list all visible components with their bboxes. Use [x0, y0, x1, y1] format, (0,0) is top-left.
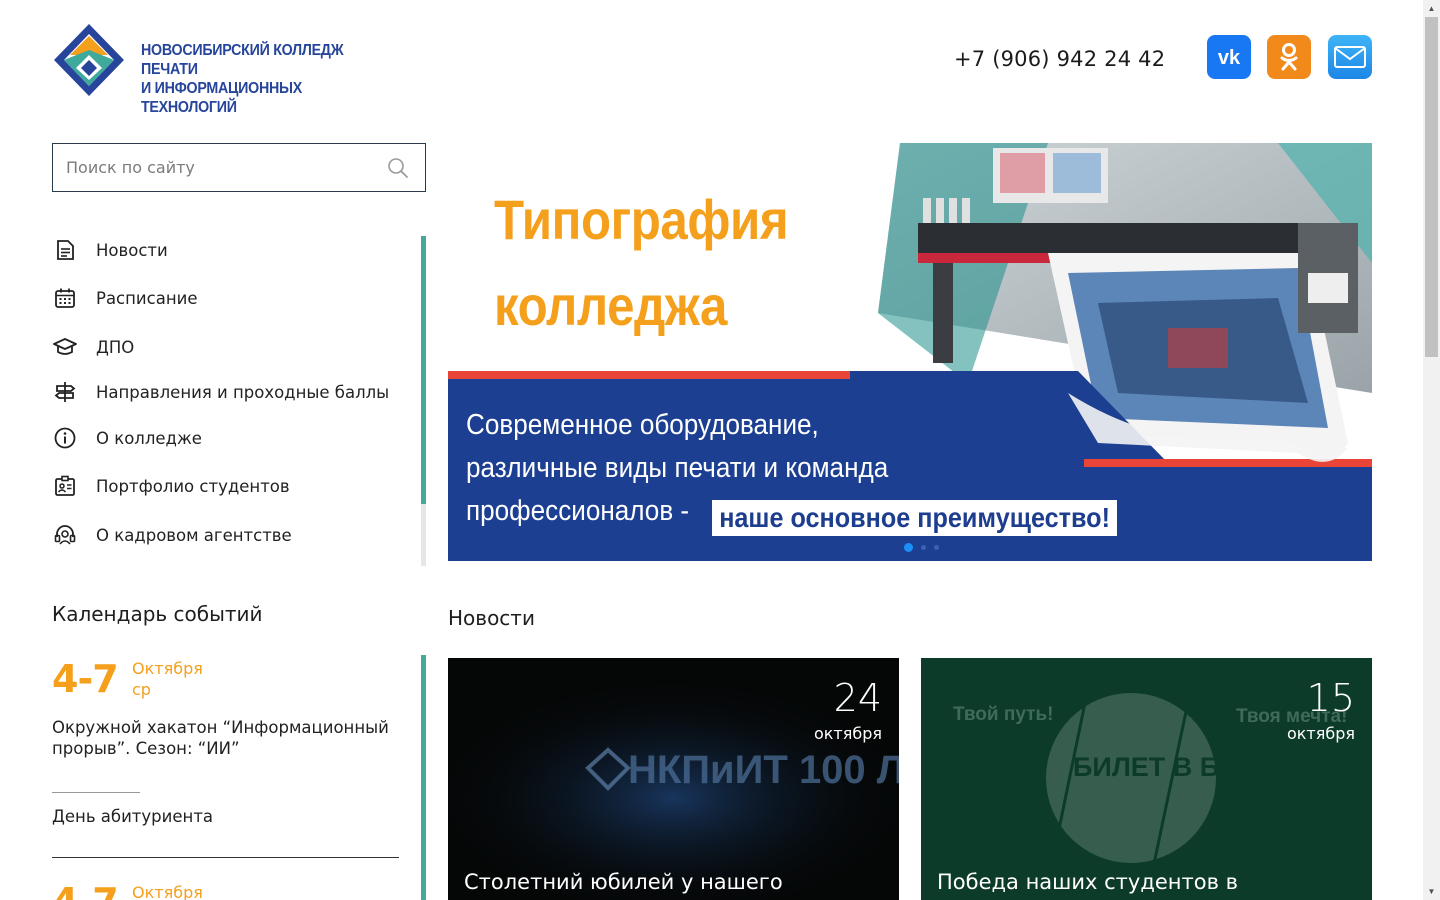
- menu-item-label: Направления и проходные баллы: [96, 382, 390, 402]
- vk-button[interactable]: vk: [1207, 35, 1251, 79]
- menu-item-about[interactable]: О колледже: [52, 426, 202, 450]
- menu-item-label: О колледже: [96, 428, 202, 448]
- hero-banner[interactable]: Типография колледжа Современное оборудов…: [448, 143, 1372, 561]
- scroll-down-arrow-icon[interactable]: ▼: [1423, 883, 1440, 900]
- banner-title-line2: колледжа: [494, 274, 727, 337]
- calendar-title: Календарь событий: [52, 602, 263, 626]
- search-button[interactable]: [387, 157, 409, 179]
- svg-text:vk: vk: [1218, 47, 1241, 67]
- id-badge-icon: [52, 474, 77, 498]
- menu-item-news[interactable]: Новости: [52, 238, 168, 262]
- banner-text-line1: Современное оборудование,: [466, 409, 819, 441]
- news-card-image: НКПиИТ 100 ЛЕТ: [448, 678, 899, 900]
- search-icon: [388, 158, 408, 178]
- signpost-icon: [52, 380, 77, 404]
- headset-icon: [52, 523, 77, 547]
- event-month: Октября: [132, 659, 203, 678]
- news-card-day: 24: [833, 676, 882, 720]
- document-icon: [52, 238, 77, 262]
- mail-icon: [1334, 46, 1366, 68]
- event-date-range: 4-7: [52, 657, 119, 701]
- event-link-hackathon[interactable]: Окружной хакатон “Информационный прорыв”…: [52, 717, 397, 759]
- site-search: [52, 143, 426, 192]
- menu-item-label: Новости: [96, 240, 168, 260]
- news-card-day: 15: [1306, 676, 1355, 720]
- phone-number[interactable]: +7 (906) 942 24 42: [954, 47, 1165, 71]
- banner-text-line3: профессионалов -: [466, 495, 690, 527]
- menu-item-label: ДПО: [96, 337, 135, 357]
- menu-item-label: Портфолио студентов: [96, 476, 290, 496]
- event-month: Октября: [132, 883, 203, 900]
- banner-highlight: наше основное преимущество!: [712, 500, 1118, 536]
- carousel-dot-3[interactable]: [934, 545, 939, 550]
- banner-text-line2: различные виды печати и команда: [466, 452, 889, 484]
- card-image-text-center: БИЛЕТ В БУДУЩЕЕ: [1073, 752, 1334, 782]
- college-logo[interactable]: [52, 22, 126, 100]
- carousel-dots: [904, 543, 939, 552]
- carousel-dot-2[interactable]: [921, 545, 926, 550]
- event-weekday: ср: [132, 680, 151, 699]
- news-card[interactable]: Твой путь! Твоя мечта! БИЛЕТ В БУДУЩЕЕ Т…: [921, 658, 1372, 900]
- menu-scroll-indicator[interactable]: [421, 236, 426, 566]
- menu-item-directions[interactable]: Направления и проходные баллы: [52, 380, 389, 404]
- calendar-icon: [52, 286, 77, 310]
- event-date-range: 4-7: [52, 880, 119, 900]
- carousel-dot-1[interactable]: [904, 543, 913, 552]
- news-card-month: октября: [813, 724, 882, 743]
- news-section-title: Новости: [448, 606, 535, 630]
- card-image-text-side: ТВОЕ: [1230, 737, 1244, 770]
- odnoklassniki-icon: [1280, 43, 1298, 71]
- news-card-headline: Победа наших студентов в: [937, 870, 1239, 894]
- scroll-up-arrow-icon[interactable]: ▲: [1423, 0, 1440, 17]
- college-name[interactable]: НОВОСИБИРСКИЙ КОЛЛЕДЖ ПЕЧАТИ И ИНФОРМАЦИ…: [141, 41, 389, 117]
- menu-item-portfolio[interactable]: Портфолио студентов: [52, 474, 290, 498]
- banner-title-line1: Типография: [494, 188, 789, 251]
- event-divider: [52, 792, 140, 793]
- news-card-image: Твой путь! Твоя мечта! БИЛЕТ В БУДУЩЕЕ Т…: [953, 687, 1347, 879]
- news-card[interactable]: НКПиИТ 100 ЛЕТ 24 октября Столетний юбил…: [448, 658, 899, 900]
- search-input[interactable]: [53, 144, 353, 191]
- menu-item-dpo[interactable]: ДПО: [52, 335, 134, 359]
- college-name-line1: НОВОСИБИРСКИЙ КОЛЛЕДЖ ПЕЧАТИ: [141, 42, 344, 78]
- news-card-month: октября: [1286, 724, 1355, 743]
- news-card-headline: Столетний юбилей у нашего: [464, 870, 783, 894]
- card-image-text: НКПиИТ 100 ЛЕТ: [628, 748, 899, 792]
- menu-item-label: О кадровом агентстве: [96, 525, 292, 545]
- menu-item-hr-agency[interactable]: О кадровом агентстве: [52, 523, 292, 547]
- calendar-scroll-indicator[interactable]: [421, 655, 426, 900]
- info-icon: [52, 426, 77, 450]
- page-scrollbar[interactable]: ▲ ▼: [1423, 0, 1440, 900]
- event-link-open-day[interactable]: День абитуриента: [52, 806, 397, 827]
- graduation-cap-icon: [52, 335, 77, 359]
- menu-item-schedule[interactable]: Расписание: [52, 286, 198, 310]
- scrollbar-thumb[interactable]: [1425, 17, 1438, 357]
- college-name-line2: И ИНФОРМАЦИОННЫХ ТЕХНОЛОГИЙ: [141, 80, 302, 116]
- menu-scroll-thumb[interactable]: [421, 236, 426, 504]
- mail-button[interactable]: [1328, 35, 1372, 79]
- vk-icon: vk: [1218, 47, 1241, 67]
- menu-item-label: Расписание: [96, 288, 198, 308]
- logo-emblem-icon: [54, 24, 124, 96]
- event-group-divider: [52, 857, 399, 858]
- odnoklassniki-button[interactable]: [1267, 35, 1311, 79]
- card-image-text-left: Твой путь!: [953, 704, 1053, 725]
